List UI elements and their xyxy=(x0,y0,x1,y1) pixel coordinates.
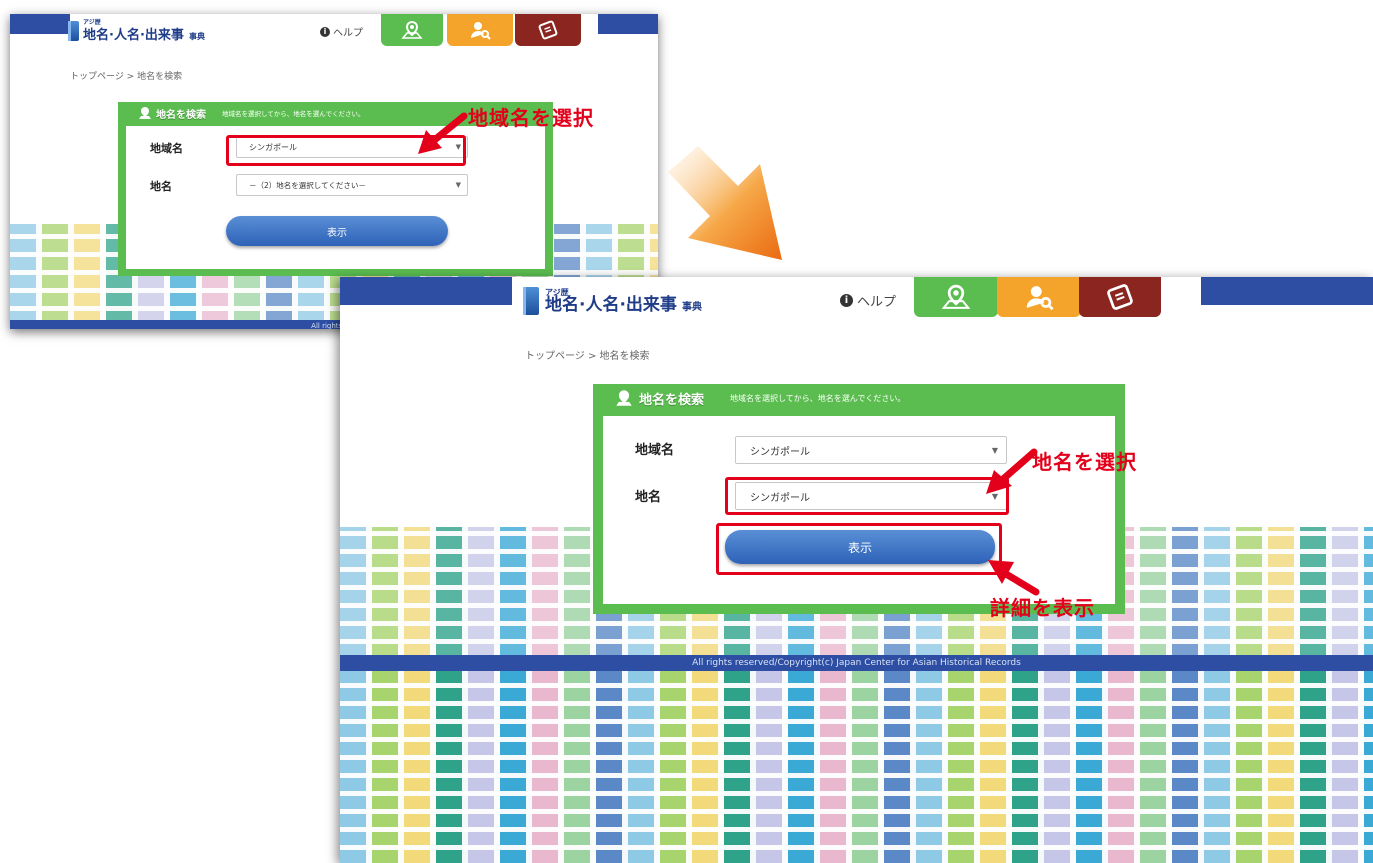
nav-event-search-button[interactable] xyxy=(515,14,581,46)
map-pin-icon xyxy=(139,107,151,119)
panel-hint: 地域名を選択してから、地名を選んでください。 xyxy=(730,393,906,403)
help-link[interactable]: i ヘルプ xyxy=(840,291,896,310)
chevron-down-icon: ▼ xyxy=(455,181,461,189)
nav-person-search-button[interactable] xyxy=(447,14,513,46)
arrow-icon xyxy=(986,448,1038,494)
place-label: 地名 xyxy=(150,180,172,193)
site-logo[interactable]: アジ歴 地名·人名·出来事 事典 xyxy=(523,287,702,315)
show-button-highlight xyxy=(716,523,1002,575)
panel-title: 地名を検索 xyxy=(156,109,206,121)
region-label: 地域名 xyxy=(150,142,183,155)
book-icon xyxy=(68,21,79,41)
arrow-icon xyxy=(418,112,468,154)
region-select[interactable]: シンガポール ▼ xyxy=(735,436,1007,464)
panel-title: 地名を検索 xyxy=(639,392,705,408)
region-select-value: シンガポール xyxy=(750,446,810,458)
place-select-highlight xyxy=(725,477,1009,515)
annotation-show-details: 詳細を表示 xyxy=(990,596,1095,620)
footer-copyright: All rights reserved/Copyright(c) Japan C… xyxy=(340,655,1373,671)
help-label: ヘルプ xyxy=(333,28,363,39)
logo-suffix: 事典 xyxy=(682,301,703,313)
place-select-value: －（2）地名を選択してください－ xyxy=(249,180,366,190)
show-button[interactable]: 表示 xyxy=(226,216,448,246)
place-select[interactable]: －（2）地名を選択してください－ ▼ xyxy=(236,174,468,196)
book-icon xyxy=(523,287,539,315)
logo-title: 地名·人名·出来事 xyxy=(83,28,184,43)
person-search-icon xyxy=(471,22,491,40)
panel-hint: 地域名を選択してから、地名を選んでください。 xyxy=(222,110,365,118)
annotation-select-region: 地域名を選択 xyxy=(468,106,594,130)
place-label: 地名 xyxy=(635,490,662,505)
logo-suffix: 事典 xyxy=(188,32,205,41)
site-logo[interactable]: アジ歴 地名·人名·出来事 事典 xyxy=(68,20,205,42)
region-label: 地域名 xyxy=(635,443,675,458)
nav-place-search-button[interactable] xyxy=(914,277,998,317)
tile-floor xyxy=(340,671,1373,863)
breadcrumb: トップページ > 地名を検索 xyxy=(525,351,650,362)
panel-header: 地名を検索 地域名を選択してから、地名を選んでください。 xyxy=(593,384,1125,412)
annotation-select-place: 地名を選択 xyxy=(1032,450,1137,474)
map-pin-icon xyxy=(941,284,971,309)
nav-person-search-button[interactable] xyxy=(997,277,1081,317)
show-button-label: 表示 xyxy=(327,227,347,239)
info-circle-icon: i xyxy=(320,26,330,37)
person-search-icon xyxy=(1026,286,1054,311)
info-circle-icon: i xyxy=(840,294,853,307)
map-pin-icon xyxy=(616,390,632,406)
nav-event-search-button[interactable] xyxy=(1079,277,1161,317)
nav-place-search-button[interactable] xyxy=(381,14,443,46)
logo-title: 地名·人名·出来事 xyxy=(545,294,677,315)
help-link[interactable]: i ヘルプ xyxy=(320,24,363,39)
map-pin-icon xyxy=(401,20,423,39)
step-arrow-icon xyxy=(668,146,782,260)
breadcrumb: トップページ > 地名を検索 xyxy=(70,72,183,82)
help-label: ヘルプ xyxy=(857,295,897,310)
document-icon xyxy=(538,20,558,40)
document-icon xyxy=(1107,284,1133,310)
